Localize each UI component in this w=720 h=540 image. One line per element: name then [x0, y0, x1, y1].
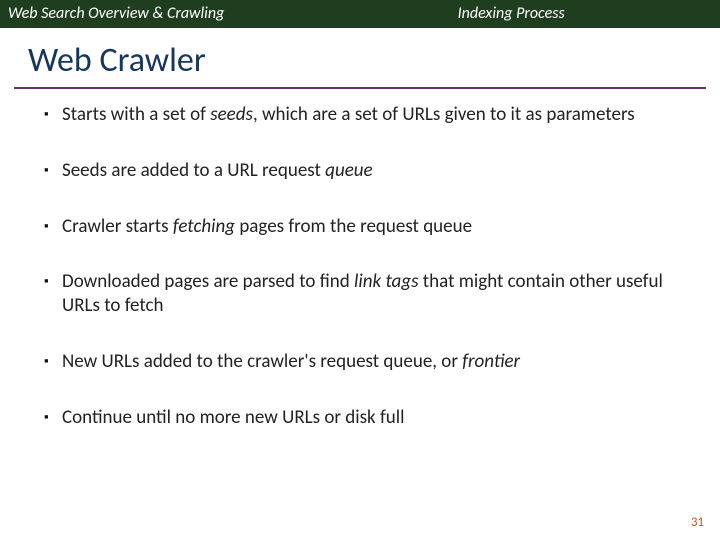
- title-rule: [14, 87, 706, 89]
- bullet-icon: ▪: [44, 350, 62, 374]
- bullet-icon: ▪: [44, 270, 62, 318]
- bullet-text: Crawler starts fetching pages from the r…: [62, 215, 682, 239]
- bullet-text: New URLs added to the crawler's request …: [62, 350, 682, 374]
- bullet-icon: ▪: [44, 406, 62, 430]
- bullet-icon: ▪: [44, 159, 62, 183]
- slide: Web Search Overview & Crawling Indexing …: [0, 0, 720, 540]
- bullet-text: Seeds are added to a URL request queue: [62, 159, 682, 183]
- header-left: Web Search Overview & Crawling: [0, 0, 418, 28]
- list-item: ▪ Crawler starts fetching pages from the…: [44, 215, 682, 239]
- bullet-icon: ▪: [44, 103, 62, 127]
- list-item: ▪ Seeds are added to a URL request queue: [44, 159, 682, 183]
- header-right: Indexing Process: [418, 0, 720, 28]
- page-number: 31: [691, 515, 704, 530]
- slide-header: Web Search Overview & Crawling Indexing …: [0, 0, 720, 28]
- list-item: ▪ Continue until no more new URLs or dis…: [44, 406, 682, 430]
- bullet-icon: ▪: [44, 215, 62, 239]
- list-item: ▪ Downloaded pages are parsed to find li…: [44, 270, 682, 318]
- list-item: ▪ New URLs added to the crawler's reques…: [44, 350, 682, 374]
- bullet-text: Downloaded pages are parsed to find link…: [62, 270, 682, 318]
- bullet-text: Starts with a set of seeds, which are a …: [62, 103, 682, 127]
- slide-title: Web Crawler: [0, 28, 720, 87]
- list-item: ▪ Starts with a set of seeds, which are …: [44, 103, 682, 127]
- bullet-text: Continue until no more new URLs or disk …: [62, 406, 682, 430]
- bullet-list: ▪ Starts with a set of seeds, which are …: [0, 99, 720, 429]
